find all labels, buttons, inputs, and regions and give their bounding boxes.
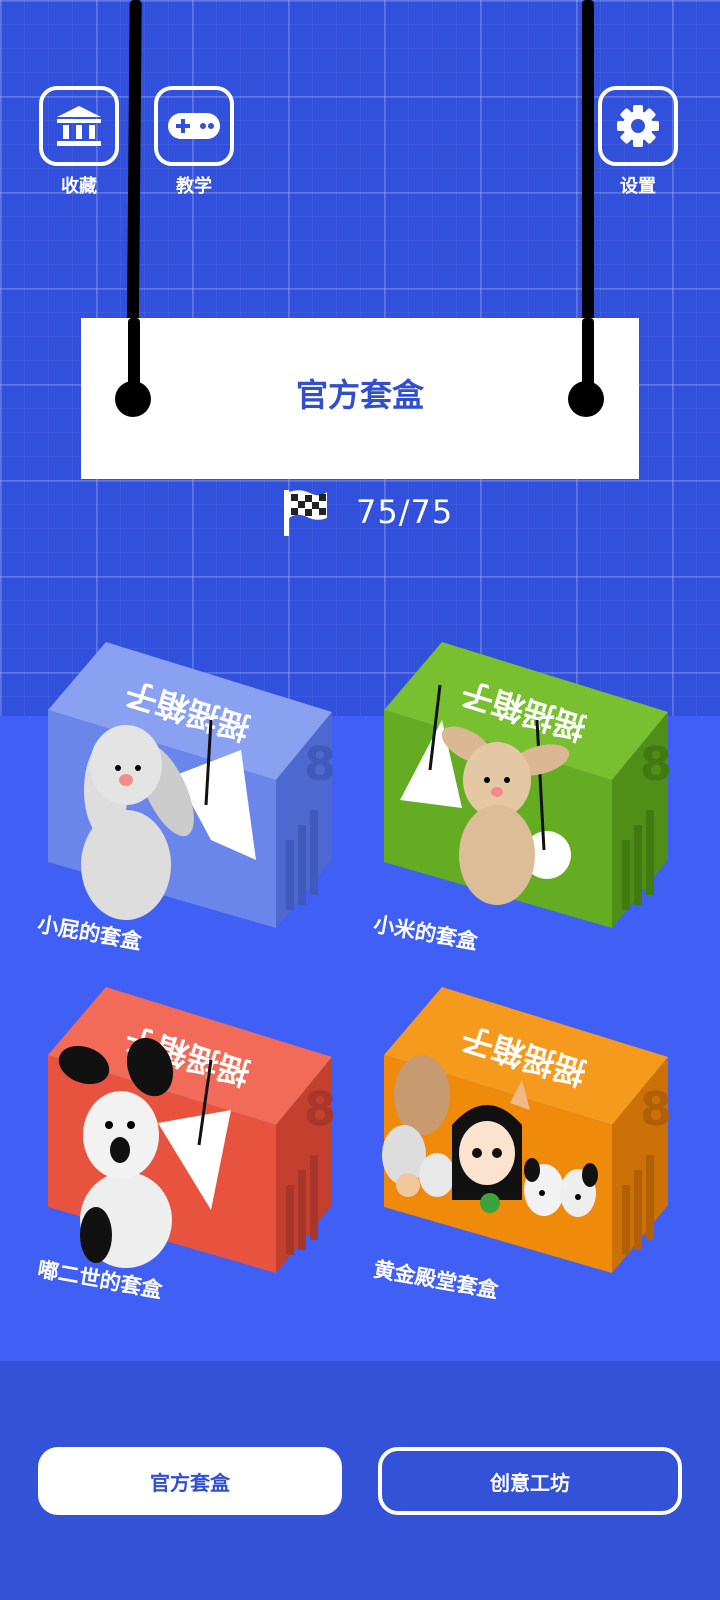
box-duershi[interactable]: 摇摇箱子 8 [46, 985, 336, 1279]
tutorial-label: 教学 [176, 176, 212, 197]
svg-text:8: 8 [640, 1082, 672, 1136]
tab-official-boxes[interactable]: 官方套盒 [38, 1447, 342, 1515]
progress-counter: 75/75 [356, 493, 454, 531]
gamepad-icon [168, 113, 220, 139]
settings-label: 设置 [620, 176, 656, 197]
tutorial-button[interactable] [154, 86, 234, 166]
collection-button[interactable] [39, 86, 119, 166]
sign-title: 官方套盒 [295, 376, 424, 414]
box-xiaopi[interactable]: 摇摇箱子 8 [46, 640, 336, 934]
museum-icon [57, 106, 101, 146]
svg-text:8: 8 [304, 737, 336, 791]
svg-text:8: 8 [304, 1082, 336, 1136]
svg-text:8: 8 [640, 737, 672, 791]
collection-label: 收藏 [61, 176, 97, 197]
checkered-flag-icon [284, 490, 327, 536]
tab-creative-workshop[interactable]: 创意工坊 [378, 1447, 682, 1515]
settings-button[interactable] [598, 86, 678, 166]
box-golden-hall[interactable]: 摇摇箱子 8 [382, 985, 672, 1279]
gear-icon [617, 105, 659, 147]
box-xiaomi[interactable]: 摇摇箱子 8 [382, 640, 672, 934]
